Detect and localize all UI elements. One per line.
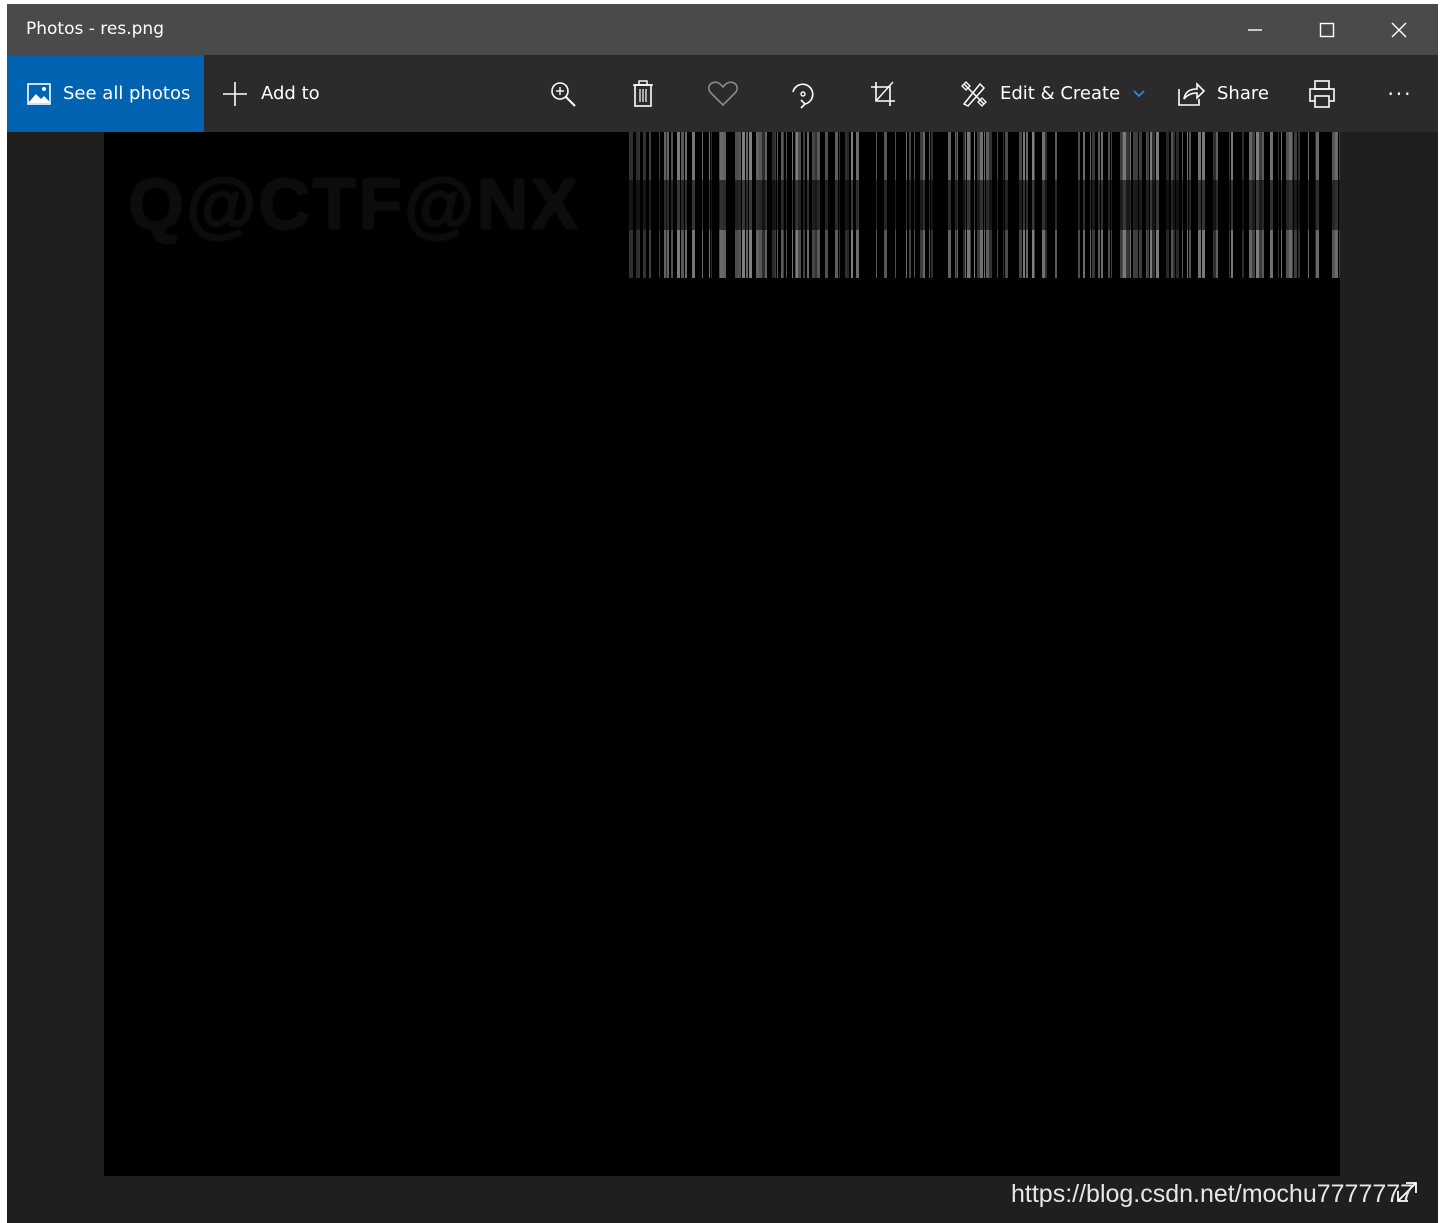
photos-icon: [27, 82, 51, 105]
crop-button[interactable]: [858, 55, 908, 132]
window-title: Photos - res.png: [26, 19, 164, 39]
photos-window: Photos - res.png See all photos Add to E…: [7, 4, 1438, 1223]
watermark-text: https://blog.csdn.net/mochu7777777: [1011, 1180, 1415, 1208]
barcode-pattern: [629, 132, 1340, 278]
share-button[interactable]: Share: [1177, 55, 1269, 132]
edit-create-icon: [961, 80, 987, 107]
image-viewer[interactable]: Q@CTF@NX: [7, 132, 1438, 1223]
more-icon: ···: [1387, 81, 1413, 106]
maximize-button[interactable]: [1291, 4, 1363, 55]
rotate-icon: [792, 83, 814, 109]
maximize-icon: [1319, 22, 1335, 37]
more-options-button[interactable]: ···: [1375, 55, 1425, 132]
see-all-photos-button[interactable]: See all photos: [7, 55, 204, 132]
trash-icon: [633, 79, 653, 107]
crop-icon: [871, 81, 895, 106]
heart-icon: [708, 80, 738, 106]
title-bar[interactable]: Photos - res.png: [7, 4, 1438, 55]
zoom-in-icon: [551, 81, 576, 107]
minimize-icon: [1248, 28, 1262, 31]
close-icon: [1391, 22, 1407, 37]
photo-overlay-text: Q@CTF@NX: [128, 165, 581, 245]
print-icon: [1309, 79, 1335, 108]
print-button[interactable]: [1297, 55, 1347, 132]
see-all-photos-label: See all photos: [63, 83, 191, 104]
chevron-down-icon: [1133, 89, 1145, 97]
displayed-photo: Q@CTF@NX: [104, 132, 1340, 1176]
toolbar: See all photos Add to Edit & Create Shar…: [7, 55, 1438, 132]
rotate-button[interactable]: [778, 55, 828, 132]
delete-button[interactable]: [618, 55, 668, 132]
add-to-label: Add to: [261, 83, 320, 104]
minimize-button[interactable]: [1219, 4, 1291, 55]
add-to-button[interactable]: Add to: [221, 55, 320, 132]
edit-create-button[interactable]: Edit & Create: [960, 55, 1146, 132]
close-button[interactable]: [1363, 4, 1435, 55]
edit-create-label: Edit & Create: [1000, 83, 1121, 104]
plus-icon: [223, 81, 247, 106]
zoom-button[interactable]: [538, 55, 588, 132]
barcode-band: [629, 180, 1340, 230]
favorite-button[interactable]: [698, 55, 748, 132]
share-label: Share: [1217, 83, 1269, 104]
share-icon: [1178, 81, 1205, 106]
